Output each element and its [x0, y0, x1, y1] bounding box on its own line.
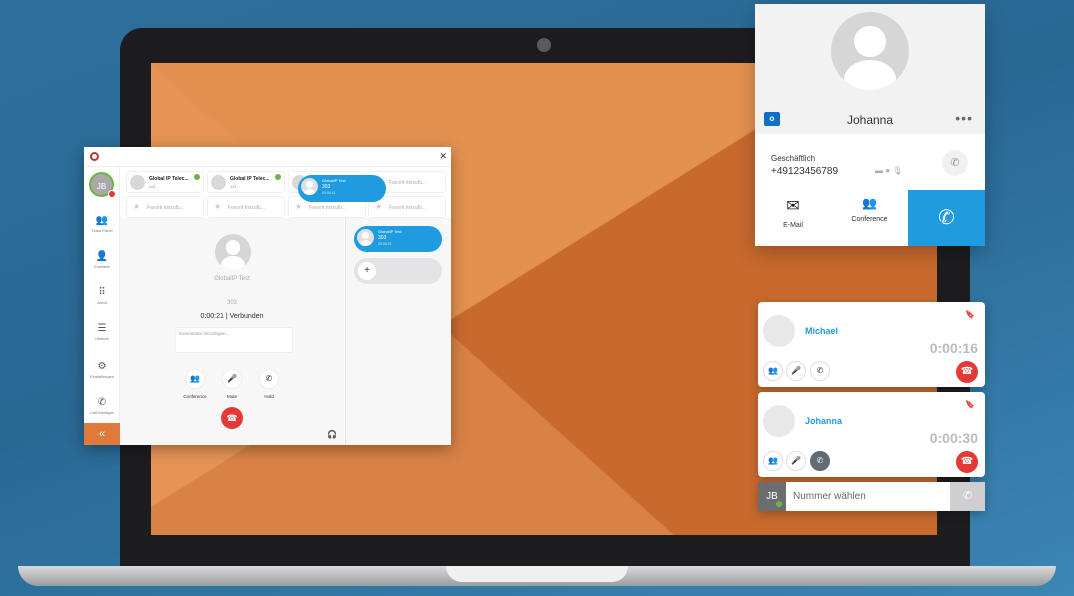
hold-button[interactable]: ✆: [810, 361, 830, 381]
dial-bar: JB ✆: [758, 482, 985, 511]
favorite-contact[interactable]: Global IP Telec... 121: [207, 171, 285, 193]
call-card-timer: 0:00:16: [929, 340, 978, 356]
app-logo-icon: [90, 152, 99, 161]
star-icon: ★: [375, 202, 383, 211]
laptop-notch: [446, 566, 628, 582]
add-call-slot[interactable]: +: [354, 258, 442, 284]
mute-button[interactable]: 🎤: [222, 369, 242, 389]
status-dot: [776, 501, 782, 507]
hangup-button[interactable]: ☎: [221, 407, 243, 429]
sidebar-item-settings[interactable]: ⚙ Einstellungen: [84, 361, 120, 379]
conference-icon: 👥: [862, 196, 877, 210]
plus-icon: +: [358, 262, 376, 280]
comment-input[interactable]: Kommentar hinzufügen...: [175, 327, 293, 353]
avatar[interactable]: JB: [758, 482, 786, 511]
call-card-name: Johanna: [805, 416, 843, 426]
call-card[interactable]: Michael 0:00:16 🔖 👥 🎤 ✆ ☎: [758, 302, 985, 387]
hangup-button[interactable]: ☎: [956, 361, 978, 383]
phone-icon: ✆: [938, 207, 955, 229]
conference-icon: 👥: [190, 374, 200, 383]
favorite-contact[interactable]: Global IP Telec... 121: [126, 171, 204, 193]
team-panel-icon: 👥: [95, 215, 109, 226]
status-dot: [194, 174, 200, 180]
status-dot: [108, 190, 116, 198]
sidebar: JB 👥 Team Panel 👤 Kontakte ⠿ Anruf ☰ Histori…: [84, 167, 120, 445]
caller-number: 303: [226, 300, 237, 306]
sidebar-item-team-panel[interactable]: 👥 Team Panel: [84, 215, 120, 233]
sidebar-item-contacts[interactable]: 👤 Kontakte: [84, 251, 120, 269]
avatar: [301, 178, 318, 195]
history-icon: ☰: [97, 323, 107, 334]
hold-button[interactable]: ✆: [259, 369, 279, 389]
status-dot: [275, 174, 281, 180]
call-card-timer: 0:00:30: [929, 430, 978, 446]
phone-icon: ✆: [950, 157, 960, 169]
add-favorite-slot[interactable]: ★ Favorit hinzufü...: [207, 196, 285, 218]
star-icon: ★: [133, 202, 141, 211]
collapse-sidebar-button[interactable]: «: [84, 423, 120, 445]
window-titlebar: ✕: [84, 147, 451, 167]
softphone-window: ✕ JB 👥 Team Panel 👤 Kontakte ⠿ Anruf ☰ Histo…: [84, 147, 451, 445]
settings-icon: ⚙: [97, 361, 107, 372]
active-call-pill[interactable]: GlobalIP Test 303 00:00:21: [354, 226, 442, 252]
hangup-button[interactable]: ☎: [956, 451, 978, 473]
conference-button[interactable]: 👥: [185, 369, 205, 389]
call-status: 0:00:21 | Verbunden: [200, 313, 264, 320]
avatar: [763, 405, 795, 437]
phone-status-icons: ▬ ● 🎙: [875, 166, 903, 175]
phone-number[interactable]: +49123456789: [771, 166, 838, 177]
email-button[interactable]: ✉ E-Mail: [755, 190, 831, 246]
avatar: [130, 175, 145, 190]
bookmark-icon[interactable]: 🔖: [965, 400, 975, 409]
contacts-icon: 👤: [95, 251, 109, 262]
sidebar-item-call-manager[interactable]: ✆ Call-Manager: [84, 397, 120, 415]
hold-icon: ✆: [265, 374, 273, 383]
contact-avatar: [831, 12, 909, 90]
more-options-icon[interactable]: •••: [955, 110, 973, 126]
conference-button[interactable]: 👥: [763, 451, 783, 471]
mute-button[interactable]: 🎤: [786, 361, 806, 381]
webcam: [537, 38, 551, 52]
call-button[interactable]: ✆: [908, 190, 985, 246]
hold-button[interactable]: ✆: [810, 451, 830, 471]
conference-button[interactable]: 👥 Conference: [831, 190, 908, 246]
call-number-button[interactable]: ✆: [942, 150, 968, 176]
avatar: [211, 175, 226, 190]
dial-button[interactable]: ✆: [950, 482, 985, 511]
contact-card: o Johanna ••• Geschäftlich +49123456789 …: [755, 4, 985, 246]
caller-avatar: [215, 234, 251, 270]
call-card[interactable]: Johanna 0:00:30 🔖 👥 🎤 ✆ ☎: [758, 392, 985, 477]
star-icon: ★: [214, 202, 222, 211]
sidebar-item-call[interactable]: ⠿ Anruf: [84, 287, 120, 305]
call-list-pane: [345, 218, 451, 445]
dragged-call-pill[interactable]: GlobalIP Test 303 00:00:11: [298, 175, 386, 202]
call-manager-icon: ✆: [97, 397, 107, 408]
avatar: [357, 229, 374, 246]
add-favorite-slot[interactable]: ★ Favorit hinzufü...: [126, 196, 204, 218]
dialpad-icon: ⠿: [98, 287, 106, 298]
contact-name: Johanna: [846, 113, 894, 127]
close-icon[interactable]: ✕: [439, 151, 447, 162]
dial-number-input[interactable]: [786, 482, 950, 511]
bookmark-icon[interactable]: 🔖: [965, 310, 975, 319]
conference-button[interactable]: 👥: [763, 361, 783, 381]
phone-type-label: Geschäftlich: [771, 154, 816, 163]
envelope-icon: ✉: [786, 198, 800, 215]
avatar: [763, 315, 795, 347]
phone-icon: ✆: [962, 490, 973, 502]
call-card-name: Michael: [805, 326, 839, 336]
microphone-icon: 🎤: [227, 374, 237, 383]
sidebar-item-history[interactable]: ☰ Historie: [84, 323, 120, 341]
caller-name: GlobalIP Test: [214, 276, 250, 282]
hangup-icon: ☎: [226, 413, 238, 423]
headset-icon[interactable]: 🎧: [327, 430, 337, 439]
star-icon: ★: [295, 202, 303, 211]
mute-button[interactable]: 🎤: [786, 451, 806, 471]
